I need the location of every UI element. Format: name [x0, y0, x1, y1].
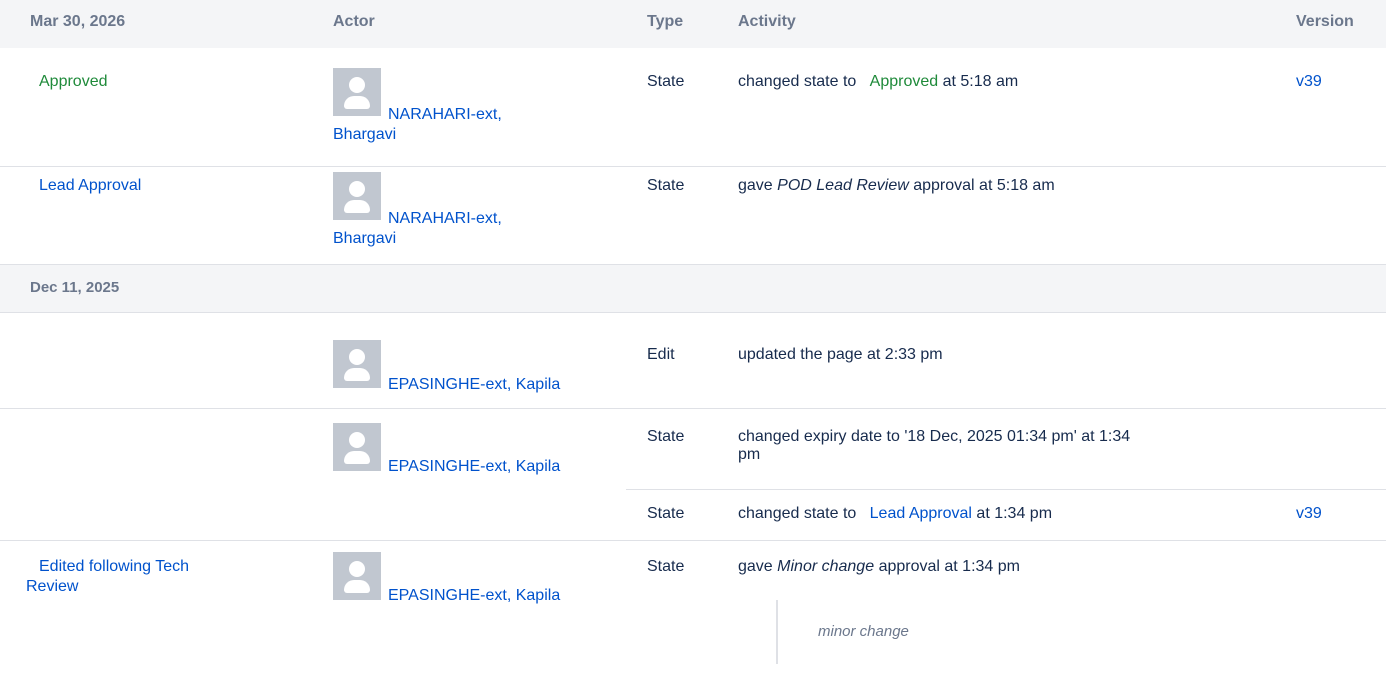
divider [0, 312, 1386, 313]
type-cell: State [647, 428, 685, 445]
activity-text: updated the page at 2:33 pm [738, 346, 943, 363]
activity-pre: changed state to [738, 73, 857, 90]
activity-post: approval at 5:18 am [913, 177, 1055, 194]
type-cell: State [647, 73, 685, 90]
actor-name[interactable]: NARAHARI-ext, [388, 105, 502, 125]
activity-pre: changed state to [738, 505, 857, 522]
date-group-row: Dec 11, 2025 [0, 264, 1386, 312]
activity-post: at 5:18 am [942, 73, 1019, 90]
comment-quote-bar [776, 600, 778, 664]
divider [0, 166, 1386, 167]
actor-name[interactable]: EPASINGHE-ext, Kapila [388, 586, 560, 606]
avatar-head-icon [349, 181, 365, 197]
divider [0, 540, 1386, 541]
version-link[interactable]: v39 [1296, 72, 1322, 92]
type-cell: State [647, 177, 685, 194]
activity-text: gave Minor change approval at 1:34 pm [738, 557, 1020, 577]
divider [0, 264, 1386, 265]
activity-text: changed state to Approved at 5:18 am [738, 72, 1018, 92]
avatar-body-icon [344, 96, 370, 109]
activity-pre: gave [738, 177, 773, 194]
date-group-label: Dec 11, 2025 [30, 279, 120, 296]
state-label-approved[interactable]: Approved [39, 72, 108, 92]
actor-name-line2[interactable]: Bhargavi [333, 125, 396, 145]
actor-name[interactable]: NARAHARI-ext, [388, 209, 502, 229]
header-actor: Actor [333, 13, 375, 30]
avatar[interactable] [333, 423, 381, 471]
avatar-body-icon [344, 200, 370, 213]
divider [626, 489, 1386, 490]
actor-name[interactable]: EPASINGHE-ext, Kapila [388, 457, 560, 477]
activity-text: gave POD Lead Review approval at 5:18 am [738, 176, 1055, 196]
type-cell: State [647, 558, 685, 575]
avatar-body-icon [344, 368, 370, 381]
actor-name[interactable]: EPASINGHE-ext, Kapila [388, 375, 560, 395]
activity-state-lead-approval[interactable]: Lead Approval [870, 505, 972, 522]
avatar[interactable] [333, 68, 381, 116]
version-link[interactable]: v39 [1296, 504, 1322, 524]
header-type: Type [647, 13, 684, 30]
table-header: Mar 30, 2026 Actor Type Activity Version [0, 0, 1386, 48]
activity-post: at 1:34 pm [976, 505, 1053, 522]
avatar-head-icon [349, 77, 365, 93]
avatar-body-icon [344, 580, 370, 593]
header-version: Version [1296, 13, 1354, 30]
activity-emphasis: Minor change [777, 558, 875, 575]
avatar[interactable] [333, 552, 381, 600]
activity-text: changed expiry date to '18 Dec, 2025 01:… [738, 428, 1131, 445]
activity-pre: gave [738, 558, 773, 575]
header-activity: Activity [738, 13, 796, 30]
activity-post: approval at 1:34 pm [878, 558, 1020, 575]
activity-emphasis: POD Lead Review [777, 177, 909, 194]
avatar-head-icon [349, 432, 365, 448]
avatar[interactable] [333, 172, 381, 220]
activity-text: changed state to Lead Approval at 1:34 p… [738, 504, 1052, 524]
header-date: Mar 30, 2026 [30, 13, 126, 30]
type-cell: State [647, 505, 685, 522]
comment-text: minor change [818, 623, 909, 640]
avatar-head-icon [349, 561, 365, 577]
state-label-lead-approval[interactable]: Lead Approval [39, 176, 141, 196]
actor-name-line2[interactable]: Bhargavi [333, 229, 396, 249]
type-cell: Edit [647, 346, 675, 363]
activity-text-line2: pm [738, 446, 761, 463]
avatar[interactable] [333, 340, 381, 388]
avatar-head-icon [349, 349, 365, 365]
state-label-edited-line2[interactable]: Review [26, 577, 78, 597]
activity-state-approved[interactable]: Approved [870, 73, 939, 90]
divider [0, 408, 1386, 409]
avatar-body-icon [344, 451, 370, 464]
state-label-edited[interactable]: Edited following Tech [39, 557, 189, 577]
